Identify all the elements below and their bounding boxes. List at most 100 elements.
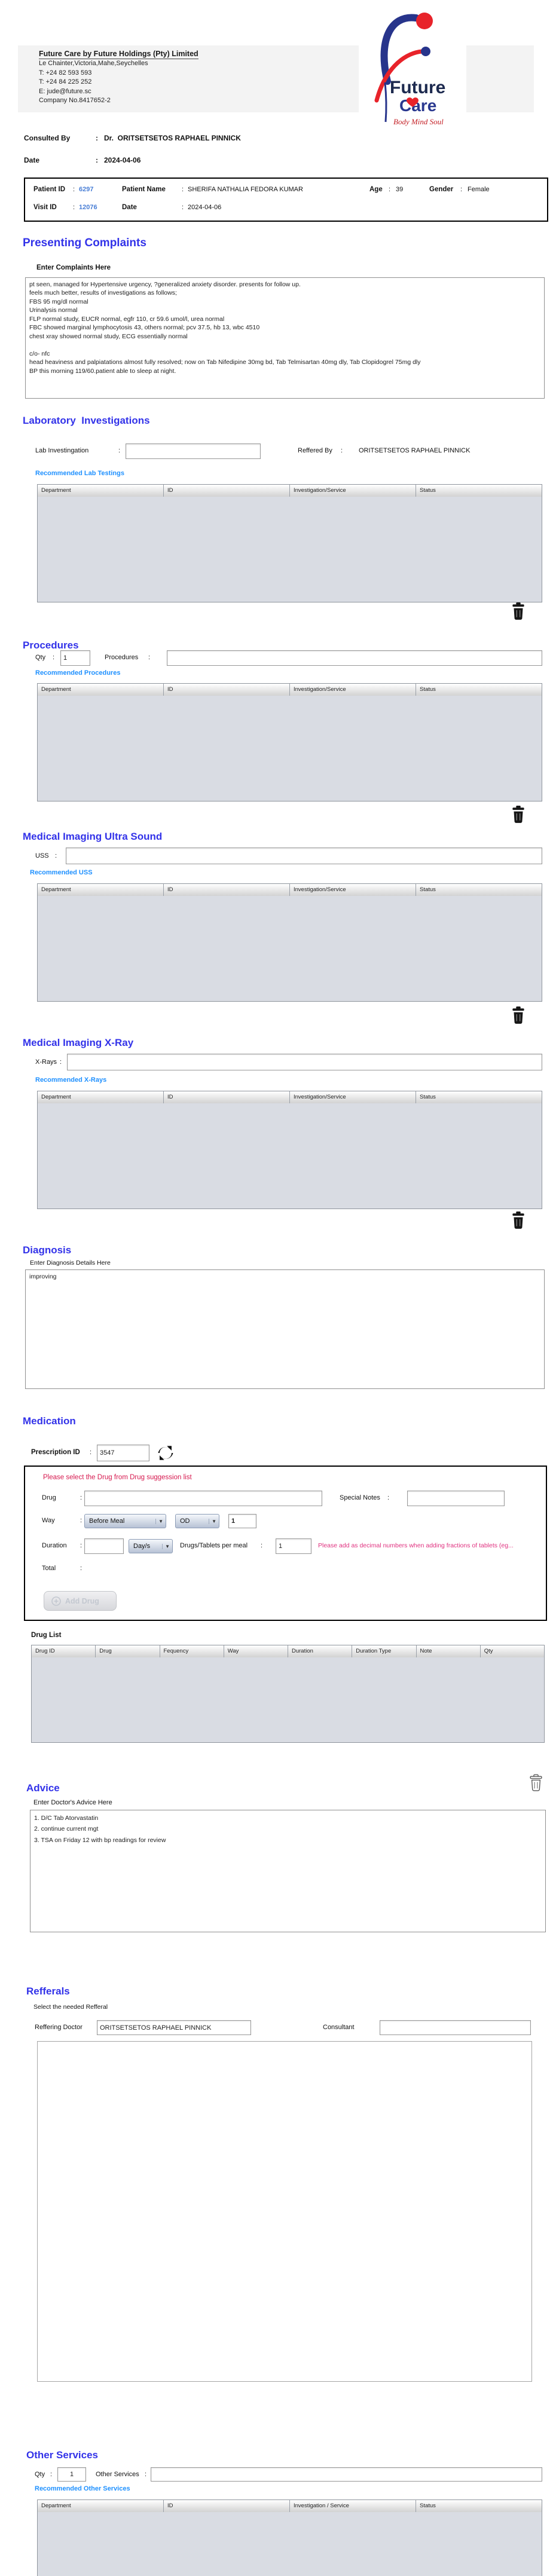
xray-delete-trash-icon[interactable] [511,1211,526,1229]
diagnosis-heading: Diagnosis [23,1244,72,1256]
special-notes-input[interactable] [407,1491,505,1506]
other-services-input-label: Other Services [96,2471,139,2478]
patient-id-value: 6297 [79,186,94,193]
visit-id-value: 12076 [79,204,97,211]
other-services-table-header: Department ID Investigation / Service St… [38,2500,542,2512]
clinic-logo: Future Care Body Mind Soul [359,5,466,130]
procedures-input[interactable] [167,650,542,666]
chevron-down-icon: ▼ [155,1518,163,1524]
prescription-id-label: Prescription ID [31,1449,80,1456]
visit-date-label: Date [24,156,40,164]
drug-list-label: Drug List [31,1632,62,1639]
duration-label: Duration [42,1542,67,1549]
age-value: 39 [396,186,404,193]
prescription-page: Future Care by Future Holdings (Pty) Lim… [0,0,556,2576]
total-label: Total [42,1565,56,1572]
referral-listbox[interactable] [37,2041,532,2382]
uss-delete-trash-icon[interactable] [511,1006,526,1024]
procedures-table-header: Department ID Investigation/Service Stat… [38,684,542,696]
recommended-lab-link[interactable]: Recommended Lab Testings [35,470,124,477]
xray-heading: Medical Imaging X-Ray [23,1037,134,1048]
recommended-xray-link[interactable]: Recommended X-Rays [35,1076,106,1084]
referred-by-label: Reffered By [298,447,332,454]
uss-table-header: Department ID Investigation/Service Stat… [38,884,542,896]
visit-date-value: 2024-04-06 [104,156,141,164]
recommended-uss-link[interactable]: Recommended USS [30,869,93,876]
complaints-heading: Presenting Complaints [23,237,146,249]
xray-table-header: Department ID Investigation/Service Stat… [38,1091,542,1103]
visit-date-colon: : [96,156,98,164]
referrals-heading: Refferals [26,1985,70,1997]
other-services-table-body[interactable] [38,2512,542,2576]
uss-table: Department ID Investigation/Service Stat… [37,883,542,1002]
way-dropdown-value: Before Meal [89,1518,125,1525]
prescription-refresh-icon[interactable] [157,1444,175,1462]
patient-date-value: 2024-04-06 [188,204,222,211]
procedures-qty-input[interactable] [60,650,90,666]
lab-delete-trash-icon[interactable] [511,602,526,620]
drug-input[interactable] [84,1491,322,1506]
lab-table-header: Department ID Investigation/Service Stat… [38,485,542,497]
advice-heading: Advice [26,1782,60,1794]
future-care-logo-icon: Future Care Body Mind Soul [374,13,445,126]
uss-heading: Medical Imaging Ultra Sound [23,831,163,842]
uss-table-body[interactable] [38,896,542,1001]
recommended-procedures-link[interactable]: Recommended Procedures [35,669,120,677]
diagnosis-textarea[interactable]: improving [25,1269,545,1389]
complaints-textarea[interactable]: pt seen, managed for Hypertensive urgenc… [25,277,545,399]
per-meal-input[interactable] [276,1538,311,1554]
recommended-other-services-link[interactable]: Recommended Other Services [35,2485,130,2492]
way-dropdown[interactable]: Before Meal ▼ [84,1514,166,1528]
gender-value: Female [468,186,490,193]
circle-plus-icon [51,1596,61,1606]
frequency-dropdown[interactable]: OD ▼ [175,1514,219,1528]
patient-date-label: Date [122,204,137,211]
procedures-table-body[interactable] [38,696,542,801]
company-name: Future Care by Future Holdings (Pty) Lim… [39,50,198,59]
add-drug-button-label: Add Drug [65,1596,99,1605]
duration-unit-dropdown[interactable]: Day/s ▼ [129,1539,173,1553]
patient-info-box: Patient ID : 6297 Patient Name : SHERIFA… [24,178,548,222]
prescription-id-input[interactable] [97,1445,149,1461]
procedures-table: Department ID Investigation/Service Stat… [37,683,542,801]
referred-by-value: ORITSETSETOS RAPHAEL PINNICK [359,447,471,454]
frequency-dropdown-value: OD [180,1518,190,1525]
other-services-qty-input[interactable] [57,2467,86,2482]
patient-id-label: Patient ID [33,186,66,193]
consultant-input[interactable] [380,2020,531,2035]
svg-text:Future: Future [390,78,445,97]
duration-input[interactable] [84,1538,124,1554]
drug-suggestion-warning: Please select the Drug from Drug suggess… [43,1474,192,1481]
referring-doctor-input[interactable] [97,2020,251,2035]
fraction-note: Please add as decimal numbers when addin… [318,1542,514,1549]
uss-input-label: USS [35,852,49,859]
way-label: Way [42,1517,55,1524]
drug-list-table-body[interactable] [32,1657,544,1742]
procedures-input-label: Procedures [105,654,139,661]
other-services-input[interactable] [151,2467,542,2482]
procedures-delete-trash-icon[interactable] [511,806,526,824]
duration-unit-value: Day/s [133,1543,151,1550]
other-services-qty-label: Qty [35,2471,45,2478]
chevron-down-icon: ▼ [209,1518,216,1524]
referrals-sub-label: Select the needed Refferal [33,2003,108,2011]
lab-table-body[interactable] [38,497,542,602]
lab-heading: Laboratory Investigations [23,415,150,426]
other-services-heading: Other Services [26,2449,99,2461]
procedures-qty-label: Qty [35,654,46,661]
medication-entry-box: Please select the Drug from Drug suggess… [24,1466,547,1621]
lab-investigation-input[interactable] [126,443,261,459]
uss-input[interactable] [66,848,542,864]
advice-textarea[interactable]: 1. D/C Tab Atorvastatin 2. continue curr… [30,1810,546,1932]
drug-list-delete-trash-icon[interactable] [528,1774,543,1792]
lab-table: Department ID Investigation/Service Stat… [37,484,542,602]
referring-doctor-label: Reffering Doctor [35,2024,83,2031]
way-qty-input[interactable] [228,1514,256,1528]
add-drug-button[interactable]: Add Drug [44,1591,117,1611]
xray-table-body[interactable] [38,1103,542,1209]
xray-table: Department ID Investigation/Service Stat… [37,1091,542,1209]
drug-label: Drug [42,1494,56,1501]
patient-name-value: SHERIFA NATHALIA FEDORA KUMAR [188,186,303,193]
consulted-by-value: Dr. ORITSETSETOS RAPHAEL PINNICK [104,134,241,142]
xray-input[interactable] [67,1054,542,1070]
